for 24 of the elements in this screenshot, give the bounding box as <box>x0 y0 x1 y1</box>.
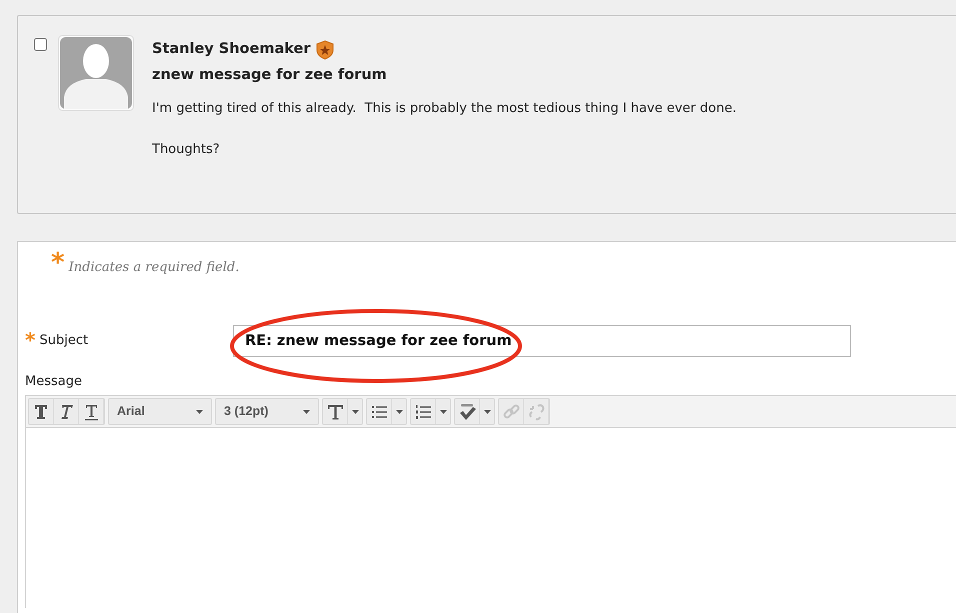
subject-label: Subject <box>39 332 88 350</box>
caret-icon <box>303 410 310 414</box>
avatar-icon <box>58 35 134 111</box>
dropdown-select[interactable]: 3 (12pt) <box>216 399 318 424</box>
dropdown-select[interactable]: Arial <box>109 399 211 424</box>
link-icon <box>502 402 520 422</box>
select-checkbox[interactable] <box>34 38 47 51</box>
caret-icon <box>396 410 402 414</box>
caret-icon <box>196 410 203 414</box>
required-note: Indicates a required field. <box>68 259 240 277</box>
required-asterisk: * <box>51 250 65 276</box>
subject-field[interactable]: RE: znew message for zee forum <box>233 324 851 356</box>
caret-icon <box>440 410 446 414</box>
message-label: Message <box>25 372 83 390</box>
spellcheck-icon <box>458 402 476 422</box>
unlink-icon <box>526 402 546 422</box>
caret-icon <box>352 410 358 414</box>
post-title: znew message for zee forum <box>152 66 388 85</box>
post-text: I'm getting tired of this already. This is probably the most tedious thing I have ever done. <box>152 100 736 118</box>
post-text: Thoughts? <box>152 141 221 160</box>
badge-icon <box>316 40 334 60</box>
caret-icon <box>484 410 490 414</box>
author-name: Stanley Shoemaker <box>152 40 310 60</box>
required-asterisk: * <box>25 331 36 350</box>
